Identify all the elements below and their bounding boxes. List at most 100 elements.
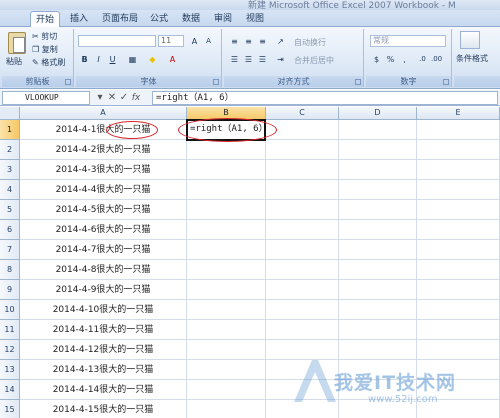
cell-c4[interactable]: [266, 180, 339, 200]
percent-icon[interactable]: %: [384, 53, 397, 65]
column-header-a[interactable]: A: [20, 107, 187, 120]
cell-e12[interactable]: [417, 340, 500, 360]
column-header-c[interactable]: C: [266, 107, 339, 120]
cell-d3[interactable]: [339, 160, 417, 180]
conditional-format-icon[interactable]: [460, 31, 480, 49]
cell-e4[interactable]: [417, 180, 500, 200]
decrease-decimal-icon[interactable]: .00: [430, 53, 443, 65]
cell-d6[interactable]: [339, 220, 417, 240]
cell-a4[interactable]: 2014-4-4很大的一只猫: [20, 180, 187, 200]
cell-c6[interactable]: [266, 220, 339, 240]
cell-a6[interactable]: 2014-4-6很大的一只猫: [20, 220, 187, 240]
cell-c12[interactable]: [266, 340, 339, 360]
cell-d5[interactable]: [339, 200, 417, 220]
cell-a7[interactable]: 2014-4-7很大的一只猫: [20, 240, 187, 260]
font-launcher-icon[interactable]: [213, 79, 219, 85]
cell-c14[interactable]: [266, 380, 339, 400]
cell-b13[interactable]: [187, 360, 266, 380]
cancel-icon[interactable]: ✕: [106, 91, 118, 104]
cell-b8[interactable]: [187, 260, 266, 280]
row-header[interactable]: 9: [0, 280, 20, 300]
grow-font-button[interactable]: A: [188, 35, 201, 47]
cell-e9[interactable]: [417, 280, 500, 300]
row-header[interactable]: 6: [0, 220, 20, 240]
merge-center-button[interactable]: 合并后居中: [294, 55, 334, 66]
cell-a5[interactable]: 2014-4-5很大的一只猫: [20, 200, 187, 220]
tab-insert[interactable]: 插入: [66, 11, 92, 27]
cell-a13[interactable]: 2014-4-13很大的一只猫: [20, 360, 187, 380]
select-all-corner[interactable]: [0, 107, 20, 120]
cell-d2[interactable]: [339, 140, 417, 160]
cut-button[interactable]: ✂ 剪切: [32, 31, 57, 42]
cell-a15[interactable]: 2014-4-15很大的一只猫: [20, 400, 187, 418]
cell-e11[interactable]: [417, 320, 500, 340]
align-right-icon[interactable]: ☰: [256, 53, 269, 65]
cell-d13[interactable]: [339, 360, 417, 380]
cell-b5[interactable]: [187, 200, 266, 220]
cell-a3[interactable]: 2014-4-3很大的一只猫: [20, 160, 187, 180]
font-name-select[interactable]: [78, 35, 156, 47]
tab-page-layout[interactable]: 页面布局: [98, 11, 142, 27]
tab-view[interactable]: 视图: [242, 11, 268, 27]
cell-d15[interactable]: [339, 400, 417, 418]
cell-e15[interactable]: [417, 400, 500, 418]
cell-b9[interactable]: [187, 280, 266, 300]
cell-d8[interactable]: [339, 260, 417, 280]
italic-button[interactable]: I: [92, 53, 105, 65]
copy-button[interactable]: ❐ 复制: [32, 44, 58, 55]
row-header[interactable]: 1: [0, 120, 20, 140]
row-header[interactable]: 3: [0, 160, 20, 180]
formula-input[interactable]: =right（A1, 6）: [152, 91, 498, 105]
format-painter-button[interactable]: ✎ 格式刷: [32, 57, 65, 68]
paste-button[interactable]: 粘贴: [6, 56, 22, 67]
cell-c7[interactable]: [266, 240, 339, 260]
row-header[interactable]: 7: [0, 240, 20, 260]
column-header-e[interactable]: E: [417, 107, 500, 120]
clipboard-launcher-icon[interactable]: [65, 79, 71, 85]
cell-e2[interactable]: [417, 140, 500, 160]
row-header[interactable]: 14: [0, 380, 20, 400]
cell-b6[interactable]: [187, 220, 266, 240]
increase-decimal-icon[interactable]: .0: [416, 53, 429, 65]
cell-e1[interactable]: [417, 120, 500, 140]
cell-b7[interactable]: [187, 240, 266, 260]
cell-d10[interactable]: [339, 300, 417, 320]
row-header[interactable]: 5: [0, 200, 20, 220]
number-launcher-icon[interactable]: [443, 79, 449, 85]
cell-e8[interactable]: [417, 260, 500, 280]
cell-b11[interactable]: [187, 320, 266, 340]
font-size-select[interactable]: 11: [158, 35, 184, 47]
cell-d1[interactable]: [339, 120, 417, 140]
cell-c8[interactable]: [266, 260, 339, 280]
cell-a10[interactable]: 2014-4-10很大的一只猫: [20, 300, 187, 320]
cell-b3[interactable]: [187, 160, 266, 180]
row-header[interactable]: 12: [0, 340, 20, 360]
row-header[interactable]: 13: [0, 360, 20, 380]
cell-e14[interactable]: [417, 380, 500, 400]
conditional-format-button[interactable]: 条件格式: [456, 53, 488, 64]
borders-icon[interactable]: ▦: [126, 53, 139, 65]
row-header[interactable]: 10: [0, 300, 20, 320]
shrink-font-button[interactable]: A: [202, 35, 215, 47]
cell-e13[interactable]: [417, 360, 500, 380]
wrap-text-button[interactable]: 自动换行: [294, 37, 326, 48]
row-header[interactable]: 2: [0, 140, 20, 160]
cell-b4[interactable]: [187, 180, 266, 200]
cell-d9[interactable]: [339, 280, 417, 300]
comma-icon[interactable]: ,: [398, 53, 411, 65]
insert-function-icon[interactable]: fx: [130, 92, 142, 105]
alignment-launcher-icon[interactable]: [355, 79, 361, 85]
cell-c10[interactable]: [266, 300, 339, 320]
cell-e5[interactable]: [417, 200, 500, 220]
cell-c3[interactable]: [266, 160, 339, 180]
cell-a1[interactable]: 2014-4-1很大的一只猫: [20, 120, 187, 140]
number-format-select[interactable]: 常规: [370, 35, 446, 47]
tab-review[interactable]: 审阅: [210, 11, 236, 27]
tab-data[interactable]: 数据: [178, 11, 204, 27]
tab-home[interactable]: 开始: [30, 11, 60, 27]
cell-d14[interactable]: [339, 380, 417, 400]
dropdown-icon[interactable]: ▾: [94, 91, 106, 104]
cell-e7[interactable]: [417, 240, 500, 260]
align-center-icon[interactable]: ☰: [242, 53, 255, 65]
paste-icon[interactable]: [8, 32, 26, 54]
